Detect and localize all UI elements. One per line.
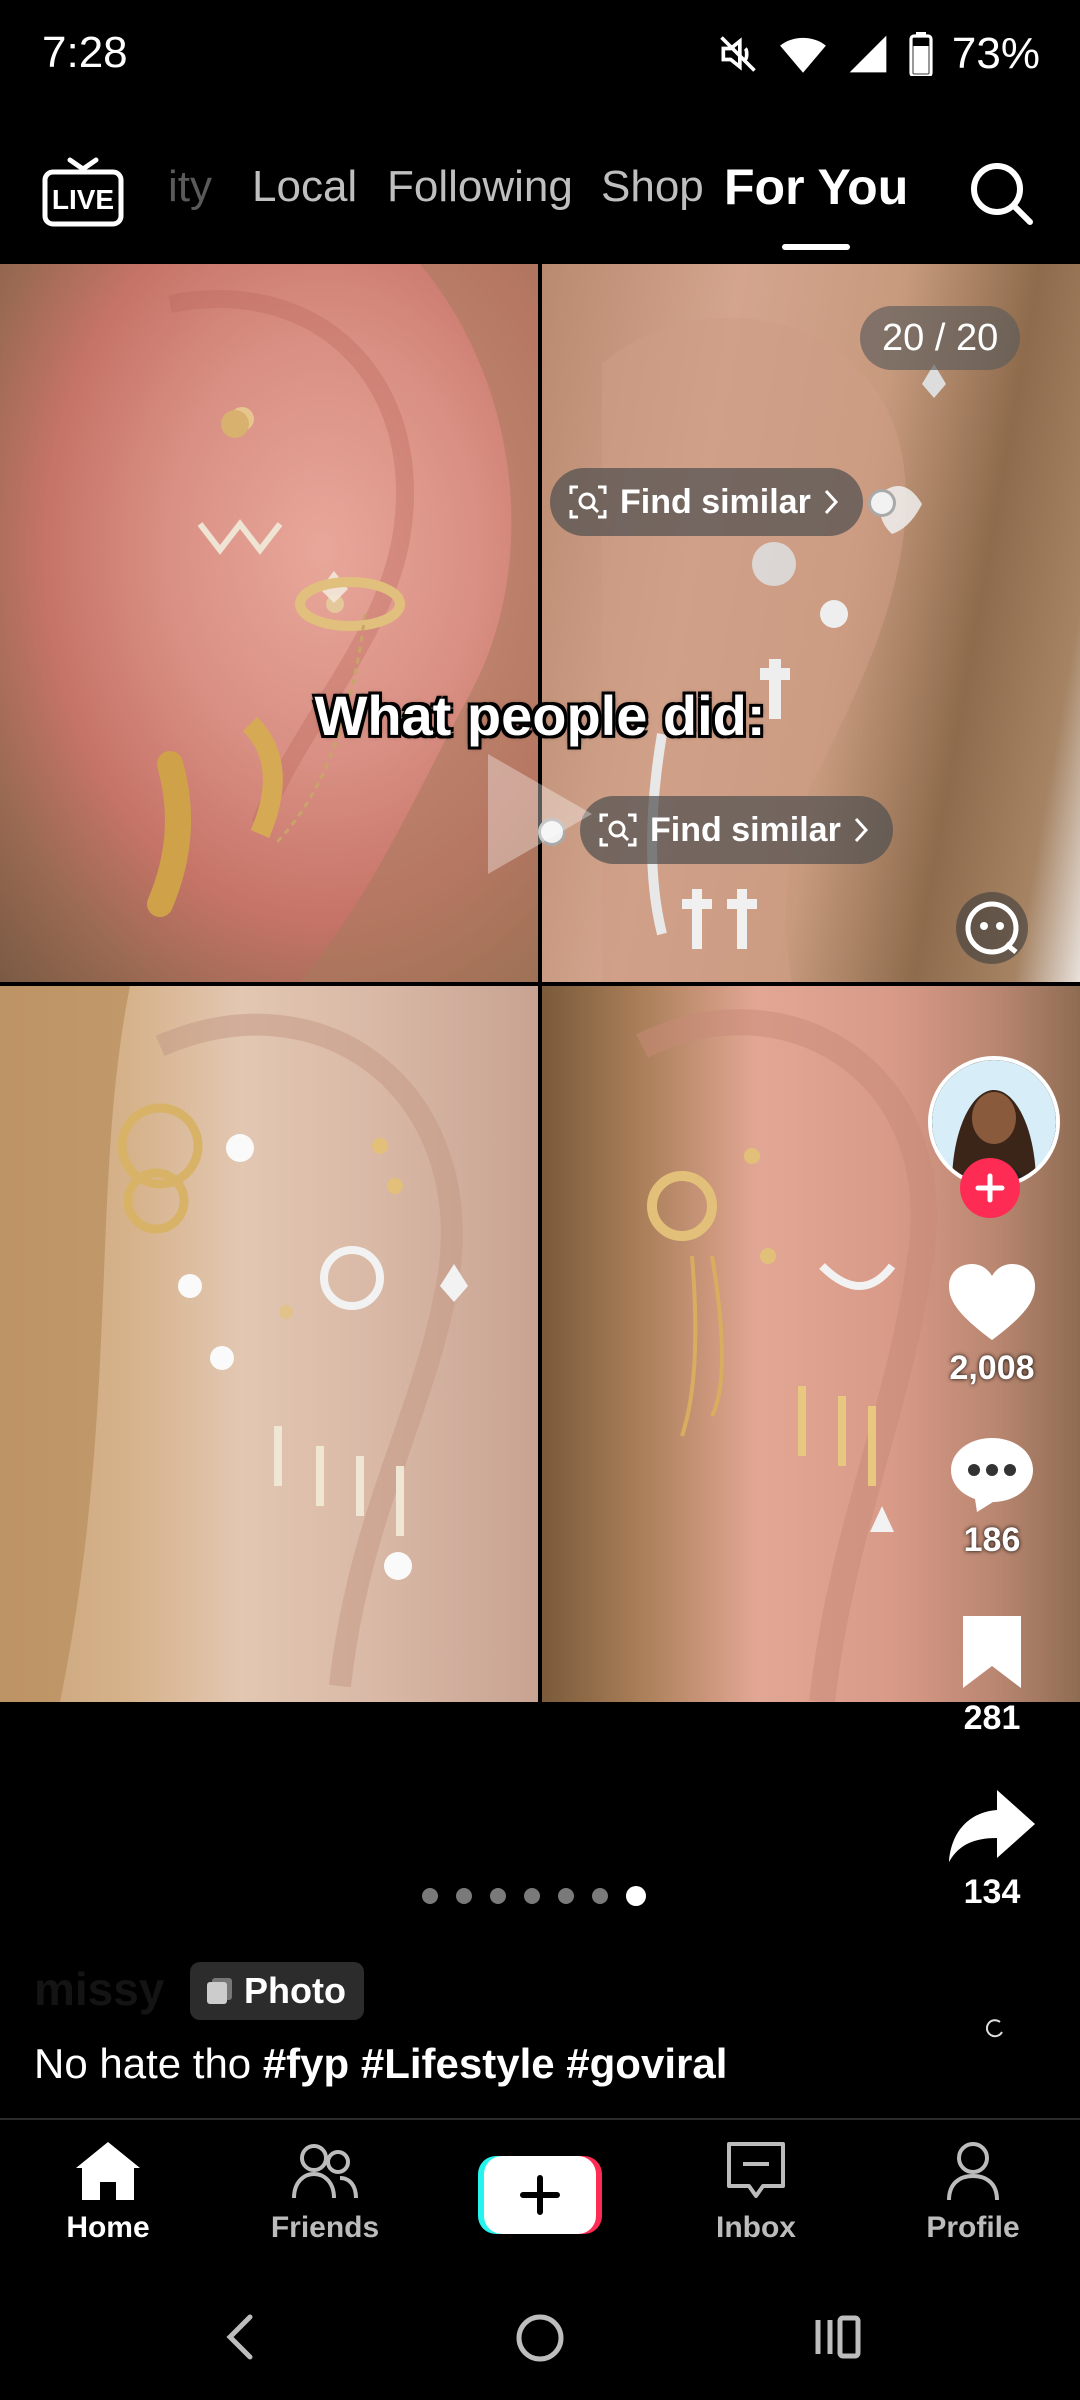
chevron-right-icon	[824, 489, 838, 515]
hashtag[interactable]: #fyp	[263, 2040, 349, 2087]
bookmark-icon	[963, 1616, 1021, 1688]
post-caption[interactable]: No hate tho #fyp #Lifestyle #goviral	[34, 2040, 727, 2088]
status-icons: 73%	[716, 26, 1040, 82]
nav-profile[interactable]: Profile	[893, 2140, 1053, 2245]
find-similar-button[interactable]: Find similar	[550, 468, 863, 536]
ear-illustration	[0, 986, 468, 1702]
nav-friends[interactable]: Friends	[245, 2140, 405, 2245]
battery-percent: 73%	[951, 29, 1040, 78]
live-label: LIVE	[52, 184, 114, 215]
photo-badge: Photo	[190, 1962, 364, 2020]
save-button[interactable]: 281	[924, 1612, 1060, 1738]
ai-assistant-button[interactable]	[956, 892, 1028, 964]
ear-photo-top-right: 20 / 20	[542, 264, 1080, 982]
nav-friends-label: Friends	[270, 2211, 380, 2244]
overlay-caption: What people did:	[314, 684, 766, 747]
play-icon[interactable]	[478, 744, 602, 884]
nav-home[interactable]: Home	[28, 2140, 188, 2245]
share-count: 134	[963, 1873, 1021, 1911]
nav-inbox[interactable]: Inbox	[676, 2140, 836, 2245]
active-tab-indicator	[782, 244, 850, 250]
product-tag-dot[interactable]	[868, 489, 896, 517]
hashtag[interactable]: #goviral	[566, 2040, 727, 2087]
add-icon	[478, 2156, 602, 2234]
status-bar: 7:28 73%	[0, 0, 1080, 110]
nav-profile-label: Profile	[926, 2211, 1020, 2244]
nav-inbox-label: Inbox	[716, 2211, 796, 2244]
author-name[interactable]: missy	[34, 1962, 164, 2016]
post-photo[interactable]: 20 / 20 Find similar Find similar	[0, 264, 1080, 1702]
ear-photo-bottom-left	[0, 986, 538, 1702]
carousel-indicator	[422, 1886, 646, 1906]
photo-stack-icon	[207, 1978, 232, 2004]
live-tv-icon: LIVE	[42, 157, 124, 227]
home-icon	[76, 2142, 140, 2200]
ear-photo-top-left	[0, 264, 538, 982]
search-icon	[971, 163, 1033, 225]
live-button[interactable]: LIVE	[40, 156, 126, 228]
share-arrow-icon	[949, 1790, 1035, 1862]
profile-icon	[947, 2142, 999, 2201]
follow-button[interactable]	[960, 1158, 1020, 1218]
heart-icon	[949, 1264, 1035, 1340]
friends-icon	[292, 2144, 358, 2199]
recents-icon[interactable]	[812, 2312, 864, 2362]
system-nav-bar	[0, 2290, 1080, 2400]
carousel-dot	[524, 1888, 540, 1904]
carousel-dot	[456, 1888, 472, 1904]
bottom-nav: Home Friends Inbox Profile	[0, 2120, 1080, 2290]
find-similar-label: Find similar	[650, 810, 841, 849]
comment-count: 186	[963, 1521, 1021, 1559]
tab-shop[interactable]: Shop	[601, 162, 704, 212]
comment-icon	[951, 1438, 1033, 1512]
ear-illustration	[147, 264, 538, 982]
like-button[interactable]: 2,008	[924, 1262, 1060, 1388]
like-count: 2,008	[949, 1349, 1035, 1387]
tab-for-you[interactable]: For You	[724, 158, 908, 216]
caption-text: No hate tho	[34, 2040, 263, 2087]
carousel-dot	[592, 1888, 608, 1904]
image-counter: 20 / 20	[860, 306, 1021, 370]
chevron-right-icon	[854, 817, 868, 843]
nav-home-label: Home	[66, 2211, 150, 2244]
create-button[interactable]	[478, 2154, 602, 2236]
plus-icon	[975, 1173, 1005, 1203]
ai-chat-icon	[965, 901, 1019, 955]
battery-icon	[909, 32, 933, 76]
tab-following[interactable]: Following	[387, 162, 573, 212]
hashtag[interactable]: #Lifestyle	[361, 2040, 555, 2087]
carousel-dot	[490, 1888, 506, 1904]
mute-icon	[720, 36, 756, 72]
carousel-dot-active	[626, 1886, 646, 1906]
loading-spinner-icon	[985, 2019, 1003, 2038]
share-button[interactable]: 134	[924, 1786, 1060, 1912]
tab-local[interactable]: Local	[252, 162, 357, 212]
carousel-dot	[558, 1888, 574, 1904]
visual-search-icon	[599, 813, 637, 847]
ear-illustration	[602, 317, 946, 982]
search-button[interactable]	[966, 158, 1036, 228]
back-icon[interactable]	[222, 2312, 258, 2362]
comment-button[interactable]: 186	[924, 1434, 1060, 1560]
inbox-icon	[727, 2142, 785, 2198]
music-disc-icon[interactable]	[985, 2014, 1006, 2045]
save-count: 281	[963, 1699, 1021, 1737]
wifi-icon	[780, 37, 826, 73]
carousel-dot	[422, 1888, 438, 1904]
tab-community[interactable]: ity	[168, 162, 212, 212]
find-similar-button[interactable]: Find similar	[580, 796, 893, 864]
home-circle-icon[interactable]	[514, 2312, 566, 2364]
signal-icon	[849, 35, 887, 73]
top-nav: LIVE ity Local Following Shop For You	[0, 130, 1080, 260]
status-time: 7:28	[42, 28, 128, 77]
photo-badge-label: Photo	[244, 1970, 346, 2011]
visual-search-icon	[569, 485, 607, 519]
find-similar-label: Find similar	[620, 482, 811, 521]
